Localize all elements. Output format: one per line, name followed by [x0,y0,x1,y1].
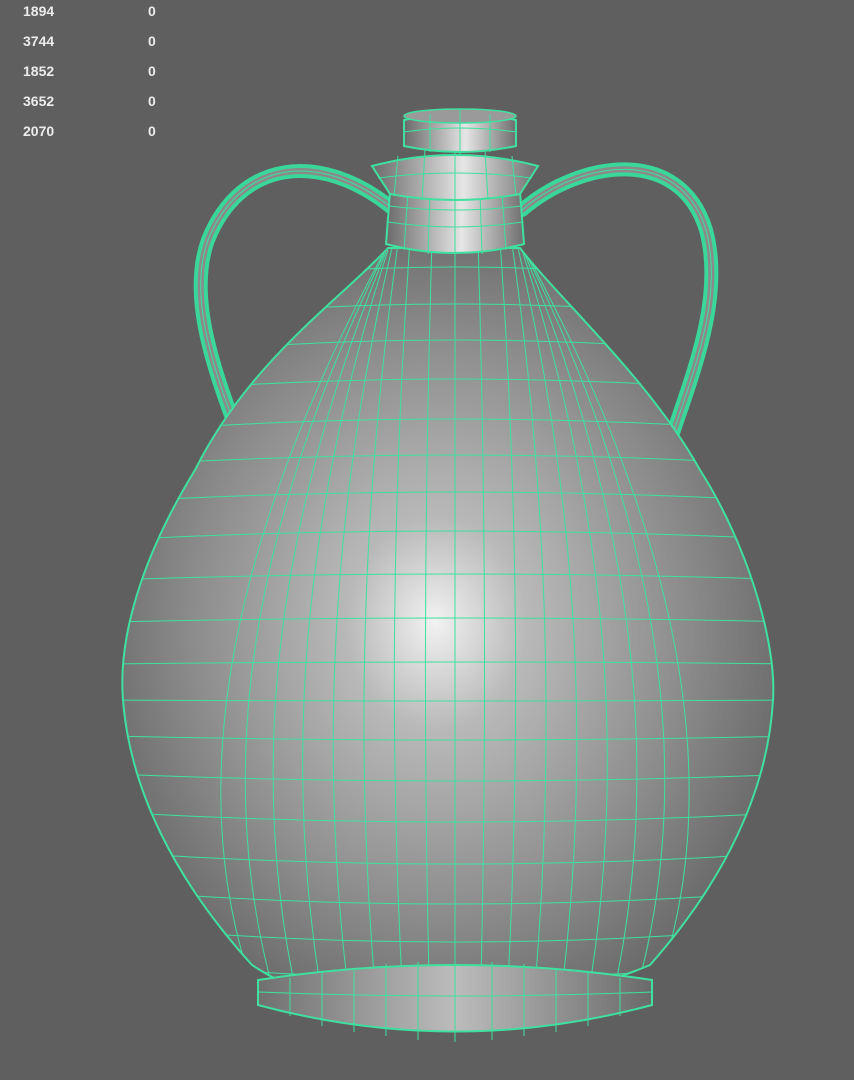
hud-row-faces: 1852 0 [23,62,173,92]
hud-verts-selected: 0 [148,3,156,19]
hud-edges-value: 3744 [23,33,55,49]
hud-uvs-selected: 0 [148,123,156,139]
hud-faces-value: 1852 [23,63,55,79]
amphora-mesh[interactable] [0,0,854,1080]
hud-row-edges: 3744 0 [23,32,173,62]
hud-row-tris: 3652 0 [23,92,173,122]
hud-tris-selected: 0 [148,93,156,109]
poly-count-hud: 1894 0 3744 0 1852 0 3652 0 2070 0 [23,2,173,152]
modeling-viewport[interactable]: 1894 0 3744 0 1852 0 3652 0 2070 0 [0,0,854,1080]
hud-verts-value: 1894 [23,3,55,19]
hud-row-uvs: 2070 0 [23,122,173,152]
hud-edges-selected: 0 [148,33,156,49]
hud-tris-value: 3652 [23,93,55,109]
hud-row-verts: 1894 0 [23,2,173,32]
hud-faces-selected: 0 [148,63,156,79]
hud-uvs-value: 2070 [23,123,55,139]
